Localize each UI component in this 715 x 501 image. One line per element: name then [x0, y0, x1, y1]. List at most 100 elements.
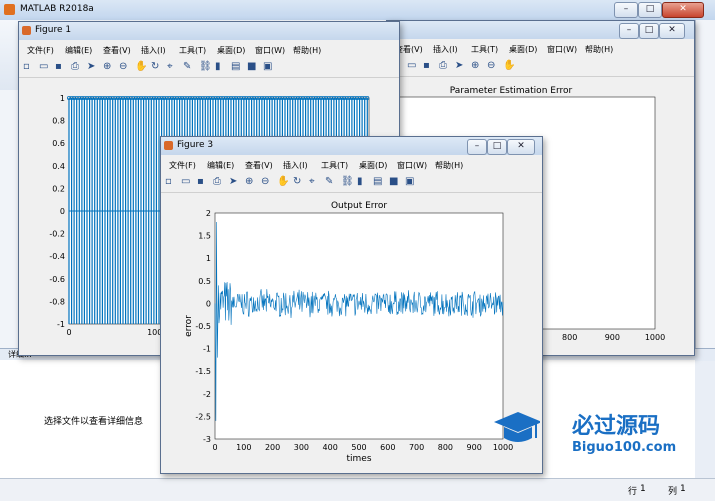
menu-item[interactable]: 桌面(D) [217, 45, 245, 56]
print-icon[interactable]: ⎙ [71, 61, 79, 72]
menu-item[interactable]: 帮助(H) [293, 45, 321, 56]
figure3-xtick-label: 700 [409, 443, 424, 452]
figure2-maximize-button[interactable]: □ [639, 23, 659, 39]
print-icon[interactable]: ⎙ [439, 60, 447, 71]
link-icon[interactable]: ⛓ [199, 61, 212, 72]
show-plot-tools-icon[interactable]: ▣ [405, 176, 414, 187]
save-icon[interactable]: ▪ [423, 60, 430, 71]
new-file-icon[interactable]: ▫ [23, 61, 30, 72]
menu-item[interactable]: 工具(T) [471, 44, 498, 55]
figure3-ytick-label: 0 [206, 299, 211, 308]
pan-icon[interactable]: ✋ [277, 176, 289, 187]
close-button[interactable]: ✕ [662, 2, 704, 18]
figure1-ytick-label: 0 [60, 207, 65, 216]
figure3-ytick-label: 2 [206, 209, 211, 218]
rotate-icon[interactable]: ↻ [151, 61, 159, 72]
pointer-icon[interactable]: ➤ [87, 61, 95, 72]
rotate-icon[interactable]: ↻ [293, 176, 301, 187]
colorbar-icon[interactable]: ▮ [357, 176, 363, 187]
menu-item[interactable]: 插入(I) [283, 160, 308, 171]
menu-item[interactable]: 插入(I) [433, 44, 458, 55]
legend-icon[interactable]: ▤ [373, 176, 382, 187]
menu-item[interactable]: 帮助(H) [435, 160, 463, 171]
zoom-out-icon[interactable]: ⊖ [261, 176, 269, 187]
menu-item[interactable]: 文件(F) [27, 45, 54, 56]
maximize-button[interactable]: □ [638, 2, 662, 18]
menu-item[interactable]: 工具(T) [321, 160, 348, 171]
workspace-pane[interactable] [695, 20, 715, 350]
figure3-close-button[interactable]: ✕ [507, 139, 535, 155]
data-cursor-icon[interactable]: ⌖ [167, 61, 173, 72]
menu-item[interactable]: 窗口(W) [255, 45, 285, 56]
hide-plot-tools-icon[interactable]: ■ [247, 61, 256, 72]
figure3-ytick-label: 1.5 [198, 232, 211, 241]
open-folder-icon[interactable]: ▭ [181, 176, 190, 187]
save-icon[interactable]: ▪ [197, 176, 204, 187]
figure3-ytick-label: 1 [206, 254, 211, 263]
menu-item[interactable]: 文件(F) [169, 160, 196, 171]
pan-icon[interactable]: ✋ [503, 60, 515, 71]
figure1-menubar: 文件(F) 编辑(E) 查看(V) 插入(I) 工具(T) 桌面(D) 窗口(W) 帮助(H) [19, 42, 399, 58]
zoom-out-icon[interactable]: ⊖ [487, 60, 495, 71]
figure3-xtick-label: 900 [467, 443, 482, 452]
menu-item[interactable]: 工具(T) [179, 45, 206, 56]
watermark-brand: 必过源码 [572, 414, 661, 439]
status-col-value: 1 [680, 484, 686, 494]
figure3-toolbar: ▫ ▭ ▪ ⎙ ➤ ⊕ ⊖ ✋ ↻ ⌖ ✎ ⛓ ▮ ▤ ■ ▣ [161, 174, 542, 193]
figure3-xtick-label: 300 [294, 443, 309, 452]
legend-icon[interactable]: ▤ [231, 61, 240, 72]
figure1-ytick-label: 0.2 [52, 184, 65, 193]
save-icon[interactable]: ▪ [55, 61, 62, 72]
data-cursor-icon[interactable]: ⌖ [309, 176, 315, 187]
colorbar-icon[interactable]: ▮ [215, 61, 221, 72]
hide-plot-tools-icon[interactable]: ■ [389, 176, 398, 187]
print-icon[interactable]: ⎙ [213, 176, 221, 187]
show-plot-tools-icon[interactable]: ▣ [263, 61, 272, 72]
figure2-title-bar: – □ ✕ [387, 21, 694, 39]
figure1-ytick-label: -0.4 [49, 252, 65, 261]
menu-item[interactable]: 查看(V) [245, 160, 273, 171]
menu-item[interactable]: 帮助(H) [585, 44, 613, 55]
figure3-chart-title: Output Error [331, 201, 387, 211]
figure3-window[interactable]: Figure 3 – □ ✕ 文件(F) 编辑(E) 查看(V) 插入(I) 工具(T)… [160, 136, 543, 474]
figure3-minimize-button[interactable]: – [467, 139, 487, 155]
figure3-ytick-label: 0.5 [198, 277, 211, 286]
figure1-ytick-label: -0.6 [49, 275, 65, 284]
menu-item[interactable]: 桌面(D) [509, 44, 537, 55]
link-icon[interactable]: ⛓ [341, 176, 354, 187]
zoom-out-icon[interactable]: ⊖ [119, 61, 127, 72]
brush-icon[interactable]: ✎ [183, 61, 191, 72]
graduation-cap-icon [492, 408, 542, 448]
pan-icon[interactable]: ✋ [135, 61, 147, 72]
new-file-icon[interactable]: ▫ [165, 176, 172, 187]
minimize-button[interactable]: – [614, 2, 638, 18]
figure3-xtick-label: 400 [323, 443, 338, 452]
figure2-minimize-button[interactable]: – [619, 23, 639, 39]
menu-item[interactable]: 桌面(D) [359, 160, 387, 171]
figure3-maximize-button[interactable]: □ [487, 139, 507, 155]
open-folder-icon[interactable]: ▭ [39, 61, 48, 72]
figure2-chart-title: Parameter Estimation Error [450, 86, 573, 96]
figure1-ytick-label: -1 [57, 320, 65, 329]
zoom-in-icon[interactable]: ⊕ [245, 176, 253, 187]
figure2-close-button[interactable]: ✕ [659, 23, 685, 39]
open-folder-icon[interactable]: ▭ [407, 60, 416, 71]
menu-item[interactable]: 编辑(E) [207, 160, 234, 171]
zoom-in-icon[interactable]: ⊕ [103, 61, 111, 72]
menu-item[interactable]: 编辑(E) [65, 45, 92, 56]
figure3-axes: Output Error21.510.50-0.5-1-1.5-2-2.5-30… [161, 193, 542, 473]
pointer-icon[interactable]: ➤ [229, 176, 237, 187]
pointer-icon[interactable]: ➤ [455, 60, 463, 71]
zoom-in-icon[interactable]: ⊕ [471, 60, 479, 71]
matlab-logo-icon [4, 4, 15, 15]
menu-item[interactable]: 查看(V) [103, 45, 131, 56]
brush-icon[interactable]: ✎ [325, 176, 333, 187]
menu-item[interactable]: 窗口(W) [397, 160, 427, 171]
figure1-ytick-label: -0.8 [49, 297, 65, 306]
figure3-plot-area [214, 212, 504, 440]
figure1-toolbar: ▫ ▭ ▪ ⎙ ➤ ⊕ ⊖ ✋ ↻ ⌖ ✎ ⛓ ▮ ▤ ■ ▣ [19, 59, 399, 78]
menu-item[interactable]: 插入(I) [141, 45, 166, 56]
status-row-label: 行 [628, 487, 638, 497]
menu-item[interactable]: 窗口(W) [547, 44, 577, 55]
figure1-ytick-label: 0.6 [52, 139, 65, 148]
